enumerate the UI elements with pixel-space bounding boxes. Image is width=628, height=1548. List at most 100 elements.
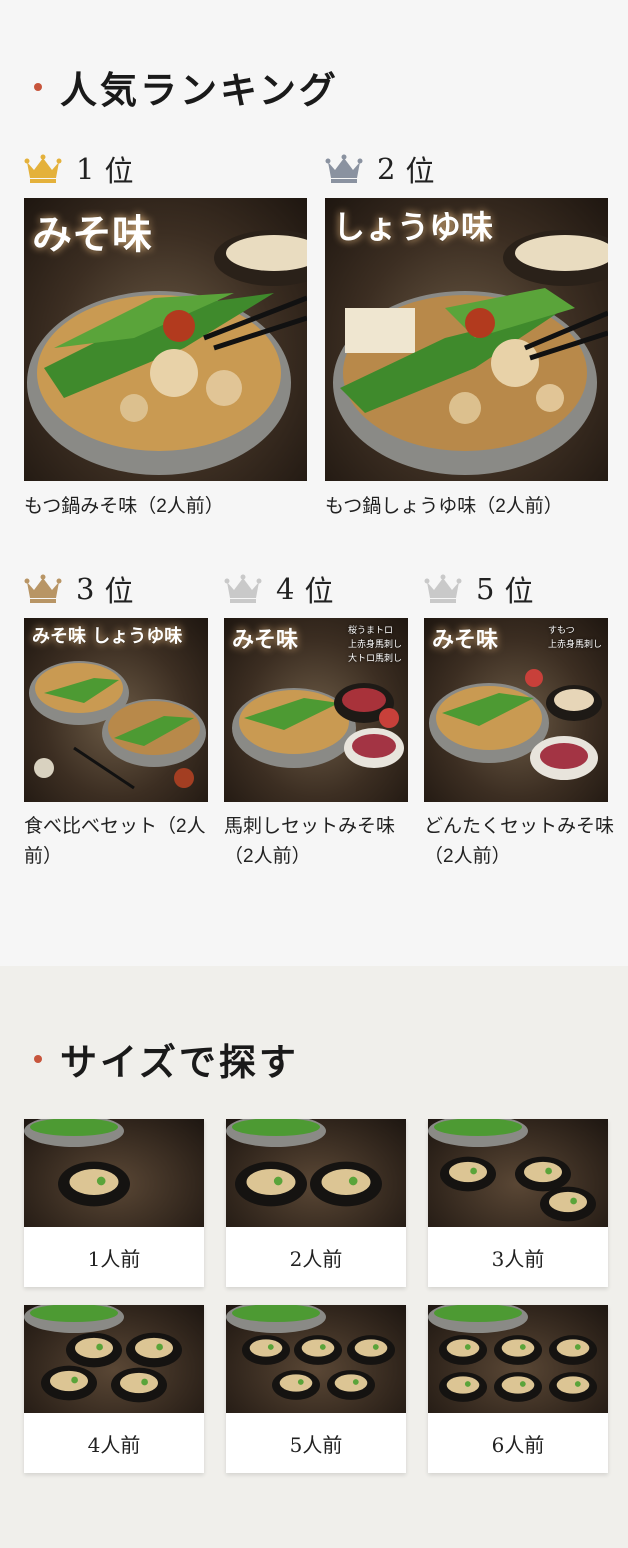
garnish	[319, 1344, 326, 1350]
garnish	[352, 1379, 359, 1385]
size-thumb-1	[24, 1119, 204, 1227]
photo-overlay-text: みそ味	[232, 627, 299, 653]
photo-overlay-text: みそ味 しょうゆ味	[32, 626, 183, 647]
motsunabe-bowls-image	[428, 1119, 596, 1222]
rank-3-photo[interactable]: みそ味 しょうゆ味	[24, 618, 208, 802]
size-title: サイズで探す	[60, 1040, 299, 1084]
motsu-filling	[69, 1169, 119, 1195]
motsu-filling	[279, 1374, 313, 1392]
size-thumb-3	[428, 1119, 608, 1227]
motsu-filling	[446, 1376, 480, 1394]
size-card-4[interactable]: 4人前	[24, 1305, 204, 1473]
size-section: サイズで探す 1人前 2人前 3人前 4人前 5人前 6人前	[0, 966, 628, 1548]
rank-suffix: 位	[304, 574, 334, 608]
rank-3-name[interactable]: 食べ比べセット（2人前）	[24, 812, 212, 872]
motsu-filling	[249, 1339, 283, 1357]
rank-5-name[interactable]: どんたくセットみそ味（2人前）	[424, 812, 614, 872]
size-label: 6人前	[491, 1432, 545, 1457]
garnish	[96, 1176, 106, 1186]
rank-1-name[interactable]: もつ鍋みそ味（2人前）	[24, 492, 307, 522]
motsu-filling	[321, 1169, 371, 1195]
motsu-filling	[556, 1376, 590, 1394]
size-label: 2人前	[289, 1246, 343, 1271]
rank-number: 5	[476, 572, 495, 606]
size-label: 4人前	[87, 1432, 141, 1457]
size-card-5[interactable]: 5人前	[226, 1305, 406, 1473]
rank-1-photo[interactable]: みそ味	[24, 198, 307, 481]
motsu-filling	[49, 1370, 89, 1392]
photo-overlay-text: みそ味	[32, 211, 152, 258]
motsu-filling	[74, 1337, 114, 1359]
garnish	[71, 1376, 78, 1384]
rank-4-photo[interactable]: みそ味 桜うまトロ 上赤身馬刺し 大トロ馬刺し	[224, 618, 408, 802]
garnish	[348, 1176, 358, 1186]
motsu-filling	[301, 1339, 335, 1357]
rank-5-header: 5 位	[424, 568, 533, 610]
motsu-filling	[501, 1339, 535, 1357]
rank-suffix: 位	[104, 154, 134, 188]
rank-number: 4	[276, 572, 295, 606]
gold-crown-icon	[24, 154, 62, 183]
silver-crown-icon	[325, 154, 363, 183]
size-thumb-4	[24, 1305, 204, 1413]
motsu-filling	[548, 1191, 588, 1213]
ranking-heading: 人気ランキング	[34, 60, 339, 114]
garnish	[141, 1378, 148, 1386]
overlay-sublabel: 上赤身馬刺し	[547, 640, 602, 650]
ranking-section: 人気ランキング 1 位 みそ味 もつ鍋みそ味（2人前） 2 位 しょうゆ味 もつ…	[0, 0, 628, 966]
motsu-filling	[448, 1161, 488, 1183]
photo-overlay-text: しょうゆ味	[333, 208, 494, 246]
motsu-filling	[334, 1374, 368, 1392]
garnish	[273, 1176, 283, 1186]
size-label: 1人前	[87, 1246, 141, 1271]
overlay-sublabel: すもつ	[547, 626, 575, 636]
size-card-2[interactable]: 2人前	[226, 1119, 406, 1287]
rank-suffix: 位	[504, 574, 534, 608]
motsu-filling	[119, 1372, 159, 1394]
garnish	[267, 1344, 274, 1350]
rank-4-name[interactable]: 馬刺しセットみそ味（2人前）	[224, 812, 414, 872]
size-card-6[interactable]: 6人前	[428, 1305, 608, 1473]
gray-crown-icon	[224, 574, 262, 603]
motsunabe-bowls-image	[24, 1305, 182, 1403]
heading-dot-icon	[34, 83, 42, 91]
ranking-title: 人気ランキング	[60, 68, 339, 112]
rank-number: 3	[76, 572, 95, 606]
rank-suffix: 位	[405, 154, 435, 188]
motsunabe-bowls-image	[24, 1119, 130, 1207]
size-thumb-5	[226, 1305, 406, 1413]
motsunabe-bowls-image	[226, 1119, 382, 1207]
photo-overlay-text: みそ味	[432, 627, 499, 653]
garnish	[570, 1197, 577, 1205]
garnish	[519, 1381, 526, 1387]
overlay-sublabel: 桜うまトロ	[347, 626, 393, 636]
heading-dot-icon	[34, 1055, 42, 1063]
photo-overlay-sublabels: すもつ 上赤身馬刺し	[548, 624, 602, 652]
garnish	[519, 1344, 526, 1350]
rank-4-header: 4 位	[224, 568, 333, 610]
rank-2-name[interactable]: もつ鍋しょうゆ味（2人前）	[325, 492, 608, 522]
bronze-crown-icon	[24, 574, 62, 603]
motsunabe-bowls-image	[428, 1305, 597, 1402]
motsu-filling	[523, 1161, 563, 1183]
rank-2-photo[interactable]: しょうゆ味	[325, 198, 608, 481]
size-label: 5人前	[289, 1432, 343, 1457]
size-label: 3人前	[491, 1246, 545, 1271]
garnish	[156, 1343, 163, 1351]
garnish	[574, 1381, 581, 1387]
garnish	[470, 1167, 477, 1175]
motsu-filling	[556, 1339, 590, 1357]
rank-5-photo[interactable]: みそ味 すもつ 上赤身馬刺し	[424, 618, 608, 802]
rank-3-header: 3 位	[24, 568, 133, 610]
motsu-filling	[446, 1339, 480, 1357]
size-card-3[interactable]: 3人前	[428, 1119, 608, 1287]
overlay-sublabel: 大トロ馬刺し	[347, 654, 402, 664]
garnish	[372, 1344, 379, 1350]
size-card-1[interactable]: 1人前	[24, 1119, 204, 1287]
photo-overlay-sublabels: 桜うまトロ 上赤身馬刺し 大トロ馬刺し	[348, 624, 402, 666]
garnish	[96, 1343, 103, 1351]
rank-1-header: 1 位	[24, 148, 133, 190]
garnish	[545, 1167, 552, 1175]
garnish	[297, 1379, 304, 1385]
motsu-filling	[246, 1169, 296, 1195]
